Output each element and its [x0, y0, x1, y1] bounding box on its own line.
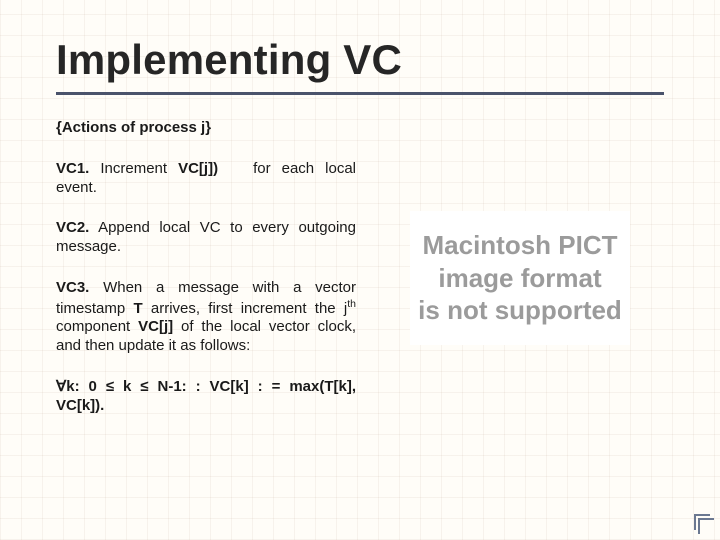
vc3-label: VC3. [56, 279, 89, 296]
vc3-T: T [133, 300, 142, 317]
title-underline [56, 92, 664, 95]
vc3-code: VC[j] [138, 318, 173, 335]
vc1-code: VC[j]) [178, 160, 218, 177]
content-columns: {Actions of process j} VC1. Increment VC… [56, 119, 664, 437]
subtitle-text: {Actions of process j} [56, 119, 211, 136]
item-vc1: VC1. Increment VC[j]) for each local eve… [56, 160, 356, 198]
vc3-th: th [347, 298, 356, 310]
vc3-p3: component [56, 318, 138, 335]
pict-placeholder: Macintosh PICT image format is not suppo… [410, 211, 630, 345]
vc1-prefix: Increment [89, 160, 178, 177]
vc1-label: VC1. [56, 160, 89, 177]
pict-line-3: is not supported [418, 294, 622, 327]
slide-title: Implementing VC [56, 36, 664, 84]
image-column: Macintosh PICT image format is not suppo… [376, 119, 664, 437]
vc3-p2: arrives, first increment the j [143, 300, 348, 317]
vc2-text: Append local VC to every outgoing messag… [56, 219, 356, 255]
pict-line-1: Macintosh PICT [418, 229, 622, 262]
text-column: {Actions of process j} VC1. Increment VC… [56, 119, 356, 437]
item-vc2: VC2. Append local VC to every outgoing m… [56, 219, 356, 257]
pict-line-2: image format [418, 262, 622, 295]
formula-text: ∀k: 0 ≤ k ≤ N-1: : VC[k] : = max(T[k], V… [56, 378, 356, 414]
subtitle: {Actions of process j} [56, 119, 356, 138]
vc2-label: VC2. [56, 219, 89, 236]
item-vc3: VC3. When a message with a vector timest… [56, 279, 356, 356]
slide: Implementing VC {Actions of process j} V… [0, 0, 720, 540]
item-formula: ∀k: 0 ≤ k ≤ N-1: : VC[k] : = max(T[k], V… [56, 378, 356, 416]
corner-ornament-icon [694, 514, 710, 530]
